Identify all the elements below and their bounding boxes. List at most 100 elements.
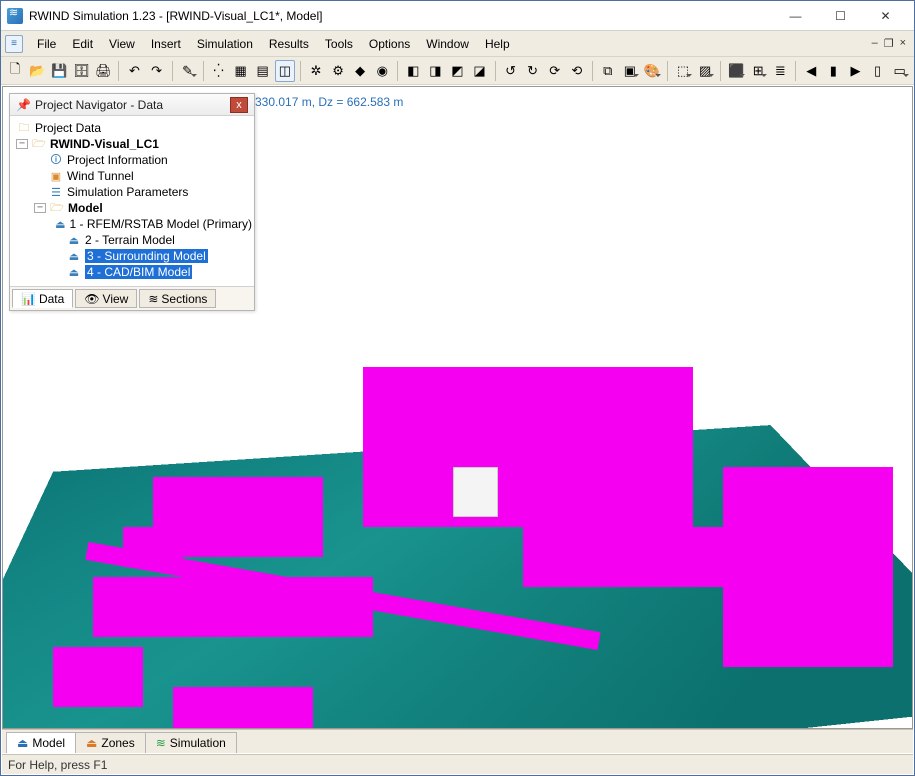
minimize-button[interactable]: — (773, 2, 818, 30)
grid-dots-icon[interactable]: ⁛ (208, 60, 228, 82)
color-palette-icon[interactable]: 🎨 (642, 60, 662, 82)
copy-view-icon[interactable]: ⧉ (598, 60, 618, 82)
project-navigator-panel: 📌 Project Navigator - Data x 🗀 Project D… (9, 93, 255, 311)
model-node-icon: ⏏ (66, 249, 82, 263)
tree-model-3[interactable]: ⏏ 3 - Surrounding Model (12, 248, 252, 264)
window-title: RWIND Simulation 1.23 - [RWIND-Visual_LC… (29, 9, 773, 23)
layers-icon[interactable]: ≣ (770, 60, 790, 82)
box-tool-icon[interactable]: ⬛ (726, 60, 746, 82)
title-bar: RWIND Simulation 1.23 - [RWIND-Visual_LC… (1, 1, 914, 31)
view-side-icon[interactable]: ◩ (447, 60, 467, 82)
maximize-button[interactable]: ☐ (818, 2, 863, 30)
model-node-icon: ⏏ (66, 233, 82, 247)
cursor-mode-icon[interactable]: ✎ (177, 60, 197, 82)
run-solver-icon[interactable]: ⚙ (328, 60, 348, 82)
navigator-tree[interactable]: 🗀 Project Data − 🗁 RWIND-Visual_LC1 🛈 Pr… (10, 116, 254, 286)
tree-project[interactable]: − 🗁 RWIND-Visual_LC1 (12, 136, 252, 152)
select-window-icon[interactable]: ◫ (275, 60, 295, 82)
work-area: 330.017 m, Dz = 662.583 m 📌 Project Navi… (2, 86, 913, 729)
menu-options[interactable]: Options (361, 33, 418, 55)
sections-icon: ≋ (148, 292, 158, 306)
view-iso-icon[interactable]: ◧ (403, 60, 423, 82)
simulation-tab-icon: ≋ (156, 736, 166, 750)
nav-tab-data[interactable]: 📊Data (12, 289, 73, 308)
tree-model[interactable]: − 🗁 Model (12, 200, 252, 216)
menu-window[interactable]: Window (418, 33, 477, 55)
tab-zones[interactable]: ⏏Zones (75, 732, 146, 753)
collapse-icon[interactable]: − (16, 139, 28, 149)
data-tab-icon: 📊 (21, 292, 36, 306)
menu-bar: ≡ File Edit View Insert Simulation Resul… (1, 31, 914, 57)
menu-simulation[interactable]: Simulation (189, 33, 261, 55)
spin-icon[interactable]: ⟳ (545, 60, 565, 82)
pin-icon[interactable]: 📌 (16, 98, 31, 112)
building-block (53, 647, 143, 707)
status-text: For Help, press F1 (8, 758, 107, 772)
tree-model-2[interactable]: ⏏ 2 - Terrain Model (12, 232, 252, 248)
panel-left-icon[interactable]: ◀ (801, 60, 821, 82)
view-top-icon[interactable]: ◪ (469, 60, 489, 82)
mdi-close-icon[interactable]: × (900, 37, 906, 50)
redo-icon[interactable]: ↷ (146, 60, 166, 82)
tree-project-info[interactable]: 🛈 Project Information (12, 152, 252, 168)
navigator-title: Project Navigator - Data (35, 98, 230, 112)
tree-sim-params[interactable]: ☰ Simulation Parameters (12, 184, 252, 200)
grid-snap-icon[interactable]: ▦ (231, 60, 251, 82)
building-block (363, 367, 693, 527)
folder-icon: 🗀 (16, 121, 32, 135)
panel-more-icon[interactable]: ▭ (890, 60, 910, 82)
panel-mid-icon[interactable]: ▮ (823, 60, 843, 82)
building-block (173, 687, 313, 729)
results-icon[interactable]: ◉ (372, 60, 392, 82)
building-block (723, 467, 893, 667)
window-layout-icon[interactable]: ▣ (620, 60, 640, 82)
wind-tunnel-icon: ▣ (48, 169, 64, 183)
status-bar: For Help, press F1 (2, 754, 913, 774)
open-icon[interactable]: 📂 (27, 60, 47, 82)
tab-simulation[interactable]: ≋Simulation (145, 732, 237, 753)
close-button[interactable]: ✕ (863, 2, 908, 30)
nav-tab-sections[interactable]: ≋Sections (139, 289, 216, 308)
cube-icon[interactable]: ⬚ (673, 60, 693, 82)
collapse-icon[interactable]: − (34, 203, 46, 213)
tree-model-4[interactable]: ⏏ 4 - CAD/BIM Model (12, 264, 252, 280)
menu-file[interactable]: File (29, 33, 64, 55)
cycle-icon[interactable]: ⟲ (567, 60, 587, 82)
model-node-icon: ⏏ (54, 217, 66, 231)
panel-extra-icon[interactable]: ▯ (868, 60, 888, 82)
tree-wind-tunnel[interactable]: ▣ Wind Tunnel (12, 168, 252, 184)
undo-icon[interactable]: ↶ (124, 60, 144, 82)
tree-model-1[interactable]: ⏏ 1 - RFEM/RSTAB Model (Primary) (12, 216, 252, 232)
box-extras-icon[interactable]: ⊞ (748, 60, 768, 82)
app-menu-icon[interactable]: ≡ (5, 35, 23, 53)
building-block (523, 527, 723, 587)
navigator-close-button[interactable]: x (230, 97, 248, 113)
menu-edit[interactable]: Edit (64, 33, 101, 55)
save-all-icon[interactable]: 🗄 (71, 60, 91, 82)
hatch-icon[interactable]: ▨ (695, 60, 715, 82)
panel-right-icon[interactable]: ▶ (845, 60, 865, 82)
stop-icon[interactable]: ◆ (350, 60, 370, 82)
tree-root[interactable]: 🗀 Project Data (12, 120, 252, 136)
menu-tools[interactable]: Tools (317, 33, 361, 55)
save-icon[interactable]: 💾 (49, 60, 69, 82)
eye-icon: 👁 (84, 292, 99, 306)
folder-open-icon: 🗁 (49, 201, 65, 215)
menu-insert[interactable]: Insert (143, 33, 189, 55)
grid-lines-icon[interactable]: ▤ (253, 60, 273, 82)
rotate-right-icon[interactable]: ↻ (523, 60, 543, 82)
menu-help[interactable]: Help (477, 33, 518, 55)
mdi-minimize-icon[interactable]: – (872, 37, 878, 50)
menu-view[interactable]: View (101, 33, 143, 55)
run-wind-icon[interactable]: ✲ (306, 60, 326, 82)
new-icon[interactable]: 🗋 (5, 60, 25, 82)
view-front-icon[interactable]: ◨ (425, 60, 445, 82)
info-icon: 🛈 (48, 153, 64, 167)
print-icon[interactable]: 🖨 (93, 60, 113, 82)
menu-results[interactable]: Results (261, 33, 317, 55)
tab-model[interactable]: ⏏Model (6, 732, 76, 753)
rotate-left-icon[interactable]: ↺ (500, 60, 520, 82)
mdi-restore-icon[interactable]: ❐ (884, 37, 894, 50)
folder-open-icon: 🗁 (31, 137, 47, 151)
nav-tab-view[interactable]: 👁View (75, 289, 137, 308)
